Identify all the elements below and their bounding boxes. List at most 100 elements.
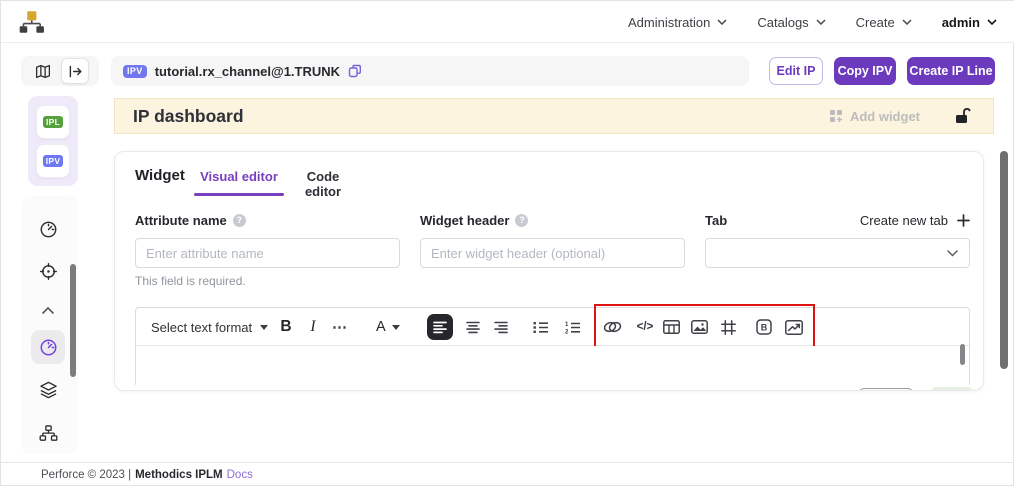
layers-icon	[39, 381, 58, 399]
rich-text-editor: Select text format B I ⋯ A	[135, 307, 970, 387]
add-widget-label: Add widget	[850, 109, 920, 124]
widget-header-label: Widget header	[420, 213, 509, 228]
insert-link-button[interactable]	[599, 314, 625, 340]
unlocked-padlock-icon	[953, 107, 972, 125]
tab-visual-editor[interactable]: Visual editor	[194, 169, 284, 184]
attribute-name-input[interactable]	[135, 238, 400, 268]
widget-header-input[interactable]	[420, 238, 685, 268]
chevron-up-icon	[42, 307, 54, 314]
edit-ip-button[interactable]: Edit IP	[769, 57, 823, 85]
app-logo-sitemap-icon[interactable]	[17, 8, 45, 36]
sidebar-scrollbar-thumb[interactable]	[70, 264, 76, 377]
chevron-down-icon	[987, 19, 997, 25]
gauge-icon	[39, 338, 58, 357]
nav-create-label: Create	[856, 15, 895, 30]
ipv-breadcrumb: IPV tutorial.rx_channel@1.TRUNK	[111, 56, 749, 86]
chevron-down-icon	[947, 250, 958, 257]
page-title: IP dashboard	[133, 106, 244, 127]
tab-select-dropdown[interactable]	[705, 238, 970, 268]
create-ip-line-button[interactable]: Create IP Line	[907, 57, 995, 85]
nav-user-admin[interactable]: admin	[942, 15, 997, 30]
align-center-icon	[466, 321, 480, 334]
help-icon[interactable]: ?	[233, 214, 246, 227]
dashboard-header-bar: IP dashboard Add widget	[114, 98, 994, 134]
insert-image-button[interactable]	[686, 314, 712, 340]
italic-button[interactable]: I	[306, 308, 320, 346]
nav-create[interactable]: Create	[856, 15, 912, 30]
nav-user-label: admin	[942, 15, 980, 30]
ipv-badge: IPV	[123, 65, 147, 78]
chart-icon	[785, 320, 803, 335]
block-element-button[interactable]: B	[751, 314, 777, 340]
add-widget-button[interactable]: Add widget	[829, 109, 920, 124]
field-widget-header: Widget header ?	[420, 212, 685, 228]
sidebar-item-hierarchy[interactable]	[31, 416, 65, 450]
footer-brand: Methodics IPLM	[135, 469, 223, 481]
copy-icon[interactable]	[348, 64, 362, 78]
create-new-tab-label: Create new tab	[860, 213, 948, 228]
cancel-button-clipped[interactable]	[859, 388, 913, 391]
insert-table-button[interactable]	[658, 314, 684, 340]
save-button-clipped[interactable]	[931, 387, 973, 391]
sidebar-item-ipl[interactable]: IPL	[36, 105, 70, 139]
nav-administration[interactable]: Administration	[628, 15, 727, 30]
nav-catalogs-label: Catalogs	[757, 15, 808, 30]
ipl-badge: IPL	[43, 116, 63, 129]
unlock-toggle[interactable]	[953, 107, 972, 125]
numbered-list-button[interactable]: 1 2	[560, 314, 586, 340]
align-left-button-active[interactable]	[427, 314, 453, 340]
bold-button[interactable]: B	[277, 308, 295, 346]
svg-text:B: B	[761, 322, 768, 332]
map-toggle-group	[21, 56, 99, 86]
sidebar-item-layers[interactable]	[31, 373, 65, 407]
sidebar-item-target[interactable]	[31, 254, 65, 288]
ipv-badge-small: IPV	[43, 155, 64, 168]
align-center-button[interactable]	[460, 314, 486, 340]
top-bar: Administration Catalogs Create admin	[1, 1, 1014, 43]
help-icon[interactable]: ?	[515, 214, 528, 227]
sidebar-collapse-chevron[interactable]	[31, 301, 65, 319]
text-format-dropdown[interactable]: Select text format	[151, 308, 268, 346]
attribute-name-label: Attribute name	[135, 213, 227, 228]
page-scrollbar-thumb[interactable]	[1000, 151, 1008, 369]
more-options-button[interactable]: ⋯	[332, 308, 348, 346]
required-helper-text: This field is required.	[135, 274, 246, 288]
nav-administration-label: Administration	[628, 15, 710, 30]
tab-label: Tab	[705, 213, 727, 228]
top-nav: Administration Catalogs Create admin	[628, 1, 997, 43]
panel-title: Widget	[135, 167, 185, 184]
insert-chart-button[interactable]	[781, 314, 807, 340]
app-window: Administration Catalogs Create admin	[0, 0, 1014, 486]
numbered-list-icon: 1 2	[565, 321, 581, 334]
sidebar-item-dashboard[interactable]	[31, 212, 65, 246]
insert-frame-button[interactable]	[715, 314, 741, 340]
font-color-dropdown[interactable]: A	[376, 308, 400, 346]
map-icon[interactable]	[34, 63, 52, 80]
link-icon	[603, 320, 622, 334]
chevron-down-icon	[902, 19, 912, 25]
align-left-icon	[433, 321, 447, 334]
add-widget-grid-icon	[829, 109, 843, 123]
copy-ipv-button[interactable]: Copy IPV	[834, 57, 896, 85]
text-format-label: Select text format	[151, 320, 252, 335]
code-block-button[interactable]: </>	[630, 314, 660, 340]
align-right-button[interactable]	[488, 314, 514, 340]
field-tab: Tab Create new tab	[705, 212, 970, 228]
editor-content-area[interactable]	[136, 346, 969, 387]
expand-pane-button[interactable]	[61, 58, 89, 84]
tab-code-editor[interactable]: Code editor	[291, 169, 355, 199]
chevron-down-icon	[816, 19, 826, 25]
sidebar-item-ipv[interactable]: IPV	[36, 144, 70, 178]
footer-docs-link[interactable]: Docs	[227, 469, 253, 481]
bullet-list-button[interactable]	[528, 314, 554, 340]
bullet-list-icon	[533, 321, 549, 334]
crosshair-icon	[39, 262, 58, 281]
field-attribute-name: Attribute name ? This field is required.	[135, 212, 400, 228]
editor-scrollbar-thumb[interactable]	[960, 344, 965, 365]
sidebar-item-widget-editor-active[interactable]	[31, 330, 65, 364]
nav-catalogs[interactable]: Catalogs	[757, 15, 825, 30]
plus-icon	[957, 214, 970, 227]
caret-down-icon	[260, 325, 268, 330]
gauge-icon	[39, 220, 58, 239]
create-new-tab-button[interactable]: Create new tab	[860, 213, 970, 228]
